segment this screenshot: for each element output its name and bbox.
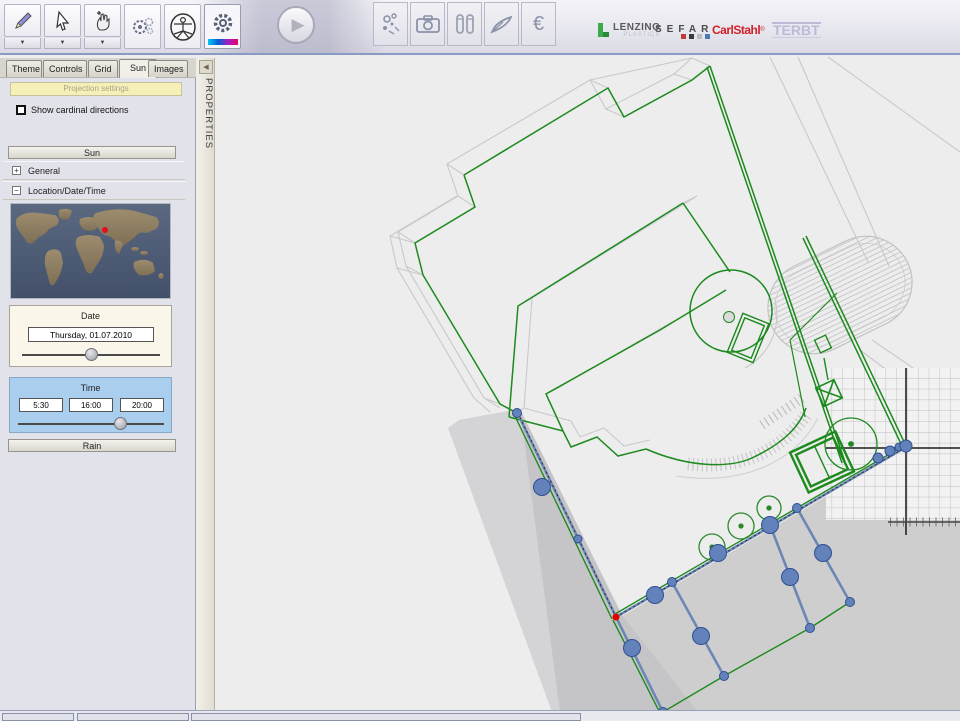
partner4-logo: TERBT: [772, 14, 821, 46]
gear-icon: [211, 11, 235, 35]
date-panel: Date: [9, 305, 172, 367]
main-toolbar: ▼ ▼ ▼ ▶ € LENZING PLASTICS: [0, 0, 960, 55]
location-marker: [102, 227, 108, 233]
settings-sidebar: Theme Controls Grid Sun Images Projectio…: [0, 58, 196, 710]
viewport-3d[interactable]: [215, 55, 960, 710]
play-button[interactable]: ▶: [277, 6, 315, 44]
show-cardinal-row: Show cardinal directions: [16, 104, 186, 116]
cursor-icon: [53, 10, 73, 32]
select-tool-dropdown[interactable]: ▼: [44, 38, 81, 49]
time-start-field[interactable]: [19, 398, 63, 412]
tab-controls[interactable]: Controls: [43, 60, 87, 77]
snapshot-button[interactable]: [410, 2, 445, 46]
sidebar-tabstrip: Theme Controls Grid Sun Images: [0, 58, 196, 78]
pricing-button[interactable]: €: [521, 2, 556, 46]
tab-images[interactable]: Images: [148, 60, 188, 77]
feather-button[interactable]: [484, 2, 519, 46]
color-gradient-bar: [208, 39, 238, 45]
draw-tool-dropdown[interactable]: ▼: [4, 38, 41, 49]
sefar-logo: SEFAR: [655, 14, 713, 46]
transform-tool-button[interactable]: [124, 4, 161, 49]
time-current-field[interactable]: [69, 398, 113, 412]
hand-plus-icon: [92, 10, 114, 32]
pencil-icon: [12, 10, 34, 32]
render-settings-button[interactable]: [204, 4, 241, 49]
human-model-button[interactable]: [164, 4, 201, 49]
spools-icon: [453, 11, 477, 37]
status-bar: [0, 710, 960, 720]
date-slider-thumb[interactable]: [85, 348, 98, 361]
show-cardinal-checkbox[interactable]: [16, 105, 26, 115]
lenzing-text: LENZING: [613, 23, 660, 32]
properties-strip: [197, 58, 215, 710]
yarn-button[interactable]: [447, 2, 482, 46]
expand-icon[interactable]: +: [12, 166, 21, 175]
cylinder-wireframe: [752, 221, 927, 369]
date-label: Date: [10, 311, 171, 321]
draw-tool-button[interactable]: [4, 4, 41, 37]
rain-section-header[interactable]: Rain: [8, 439, 176, 452]
gears-move-icon: [130, 14, 156, 40]
properties-tab-label[interactable]: PROPERTIES: [199, 78, 214, 149]
time-slider-track: [18, 423, 164, 425]
time-end-field[interactable]: [120, 398, 164, 412]
building-wireframe: [390, 58, 777, 446]
location-label: Location/Date/Time: [28, 186, 106, 196]
euro-icon: €: [533, 13, 544, 36]
general-section-row[interactable]: + General: [3, 161, 185, 180]
camera-icon: [415, 13, 441, 35]
feather-icon: [489, 12, 515, 36]
parts-icon: [379, 11, 403, 37]
carlstahl-reg: ®: [760, 27, 764, 33]
time-slider[interactable]: [18, 417, 164, 430]
lenzing-mark-icon: [597, 22, 610, 38]
world-map-image: [11, 204, 170, 298]
partner-logos: LENZING PLASTICS SEFAR CarlStahl® TERBT: [592, 14, 822, 46]
time-label: Time: [10, 383, 171, 393]
partner4-text: TERBT: [772, 22, 821, 38]
grab-add-tool-button[interactable]: [84, 4, 121, 37]
carlstahl-text: CarlStahl: [712, 23, 760, 37]
location-section-row[interactable]: − Location/Date/Time: [3, 181, 185, 200]
world-map[interactable]: [10, 203, 171, 299]
vitruvian-man-icon: [168, 12, 198, 42]
properties-collapse-button[interactable]: ◀: [199, 60, 213, 74]
date-field[interactable]: [28, 327, 154, 342]
scene-drawing: [215, 55, 960, 710]
time-slider-thumb[interactable]: [114, 417, 127, 430]
parts-button[interactable]: [373, 2, 408, 46]
projection-settings-bar[interactable]: Projection settings: [10, 82, 182, 96]
time-panel: Time: [9, 377, 172, 433]
collapse-icon[interactable]: −: [12, 186, 21, 195]
grab-add-tool-dropdown[interactable]: ▼: [84, 38, 121, 49]
tab-grid[interactable]: Grid: [88, 60, 118, 77]
general-label: General: [28, 166, 60, 176]
carlstahl-logo: CarlStahl®: [712, 14, 765, 46]
play-icon: ▶: [291, 15, 304, 35]
lenzing-logo: LENZING PLASTICS: [597, 14, 660, 46]
select-tool-button[interactable]: [44, 4, 81, 37]
sefar-squares: [681, 34, 710, 39]
date-slider[interactable]: [22, 348, 160, 361]
sun-section-header[interactable]: Sun: [8, 146, 176, 159]
show-cardinal-label: Show cardinal directions: [31, 105, 129, 115]
tab-theme[interactable]: Theme: [6, 60, 42, 77]
selected-point: [613, 614, 620, 621]
